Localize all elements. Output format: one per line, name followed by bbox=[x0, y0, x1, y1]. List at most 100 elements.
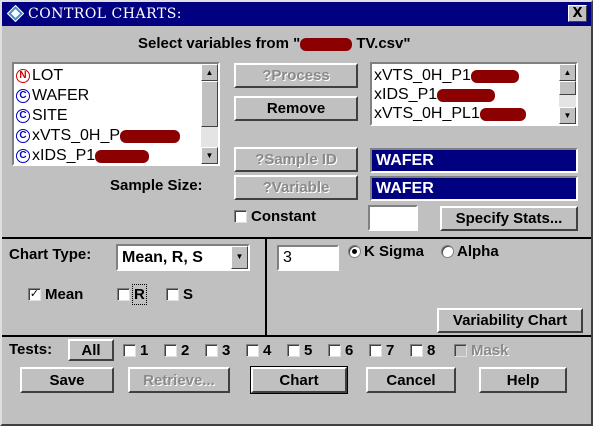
sample-id-button[interactable]: ?Sample ID bbox=[234, 147, 358, 172]
app-diamond-icon bbox=[7, 5, 24, 22]
k-sigma-radio-dot[interactable] bbox=[348, 245, 361, 258]
test-label: 2 bbox=[181, 342, 190, 359]
sigma-input[interactable]: 3 bbox=[277, 245, 339, 271]
variable-list-scrollbar[interactable]: ▲ ▼ bbox=[201, 64, 218, 164]
mask-checkbox-box[interactable] bbox=[454, 344, 467, 357]
process-list-scrollbar[interactable]: ▲ ▼ bbox=[559, 64, 576, 124]
specify-stats-button[interactable]: Specify Stats... bbox=[440, 206, 578, 231]
close-button[interactable]: X bbox=[568, 5, 587, 22]
test-checkbox-box[interactable] bbox=[410, 344, 423, 357]
save-button[interactable]: Save bbox=[20, 367, 114, 393]
help-button[interactable]: Help bbox=[479, 367, 567, 393]
variability-chart-button[interactable]: Variability Chart bbox=[437, 308, 583, 333]
list-item[interactable]: xVTS_0H_PL1 bbox=[374, 104, 526, 124]
character-type-icon: C bbox=[16, 109, 30, 123]
s-checkbox-box[interactable] bbox=[166, 288, 179, 301]
title-bar[interactable]: CONTROL CHARTS: X bbox=[2, 2, 591, 26]
test-checkbox-box[interactable] bbox=[328, 344, 341, 357]
scroll-up-arrow-icon[interactable]: ▲ bbox=[559, 64, 576, 81]
test-checkbox-box[interactable] bbox=[123, 344, 136, 357]
test-7-checkbox[interactable]: 7 bbox=[369, 342, 394, 359]
alpha-radio-dot[interactable] bbox=[441, 245, 454, 258]
scroll-up-arrow-icon[interactable]: ▲ bbox=[201, 64, 218, 81]
character-type-icon: C bbox=[16, 129, 30, 143]
redacted-text bbox=[120, 129, 181, 143]
redacted-text bbox=[479, 107, 526, 121]
constant-checkbox[interactable]: Constant bbox=[234, 208, 316, 225]
process-listbox[interactable]: xVTS_0H_P1 xIDS_P1 xVTS_0H_PL1 ▲ ▼ bbox=[370, 62, 578, 126]
variable-button[interactable]: ?Variable bbox=[234, 175, 358, 200]
r-label: R bbox=[132, 284, 147, 305]
section-divider-vertical bbox=[265, 239, 267, 335]
variable-listbox[interactable]: N LOT C WAFER C SITE C xVTS_0H_P C xIDS_… bbox=[12, 62, 220, 166]
list-item[interactable]: C xIDS_P1 bbox=[16, 146, 150, 164]
sample-id-field[interactable]: WAFER bbox=[370, 148, 578, 173]
control-charts-dialog: CONTROL CHARTS: X Select variables from … bbox=[0, 0, 593, 426]
list-item[interactable]: xIDS_P1 bbox=[374, 85, 496, 105]
list-item[interactable]: N LOT bbox=[16, 66, 63, 86]
test-label: 6 bbox=[345, 342, 354, 359]
test-4-checkbox[interactable]: 4 bbox=[246, 342, 271, 359]
test-checkbox-box[interactable] bbox=[164, 344, 177, 357]
retrieve-button[interactable]: Retrieve... bbox=[128, 367, 230, 393]
test-checkbox-box[interactable] bbox=[369, 344, 382, 357]
constant-checkbox-box[interactable] bbox=[234, 210, 247, 223]
tests-label: Tests: bbox=[9, 341, 53, 358]
list-item-label: xVTS_0H_P1 bbox=[374, 67, 471, 84]
list-item-label: xVTS_0H_P bbox=[32, 127, 121, 144]
mean-checkbox-box[interactable]: ✓ bbox=[28, 288, 41, 301]
r-checkbox-box[interactable] bbox=[117, 288, 130, 301]
redacted-text bbox=[470, 69, 519, 83]
list-item-label: SITE bbox=[32, 107, 68, 124]
mean-checkbox[interactable]: ✓ Mean bbox=[28, 286, 83, 303]
list-item[interactable]: C SITE bbox=[16, 106, 68, 126]
scroll-down-arrow-icon[interactable]: ▼ bbox=[201, 147, 218, 164]
test-3-checkbox[interactable]: 3 bbox=[205, 342, 230, 359]
test-6-checkbox[interactable]: 6 bbox=[328, 342, 353, 359]
heading-suffix: TV.csv" bbox=[352, 35, 411, 52]
redacted-filename bbox=[300, 37, 353, 51]
chart-button[interactable]: Chart bbox=[250, 366, 348, 394]
mask-checkbox[interactable]: Mask bbox=[454, 342, 509, 359]
redacted-text bbox=[95, 149, 150, 163]
chevron-down-icon[interactable]: ▼ bbox=[231, 246, 248, 269]
section-divider bbox=[2, 237, 591, 239]
s-checkbox[interactable]: S bbox=[166, 286, 193, 303]
test-1-checkbox[interactable]: 1 bbox=[123, 342, 148, 359]
list-item[interactable]: xVTS_0H_P1 bbox=[374, 66, 519, 86]
process-button[interactable]: ?Process bbox=[234, 63, 358, 88]
alpha-radio[interactable]: Alpha bbox=[441, 243, 499, 260]
test-5-checkbox[interactable]: 5 bbox=[287, 342, 312, 359]
test-checkbox-box[interactable] bbox=[246, 344, 259, 357]
test-8-checkbox[interactable]: 8 bbox=[410, 342, 435, 359]
chart-type-label: Chart Type: bbox=[9, 246, 92, 263]
list-item-label: xVTS_0H_PL1 bbox=[374, 105, 480, 122]
mean-label: Mean bbox=[45, 286, 84, 303]
test-label: 1 bbox=[140, 342, 149, 359]
chart-type-select[interactable]: Mean, R, S ▼ bbox=[116, 244, 250, 271]
s-label: S bbox=[183, 286, 194, 303]
list-item[interactable]: C WAFER bbox=[16, 86, 89, 106]
scroll-down-arrow-icon[interactable]: ▼ bbox=[559, 107, 576, 124]
test-label: 3 bbox=[222, 342, 231, 359]
r-checkbox[interactable]: R bbox=[117, 284, 147, 305]
test-label: 4 bbox=[263, 342, 272, 359]
section-divider bbox=[2, 335, 591, 337]
window-title: CONTROL CHARTS: bbox=[28, 6, 183, 22]
tests-all-button[interactable]: All bbox=[68, 339, 114, 361]
list-item[interactable]: C xVTS_0H_P bbox=[16, 126, 181, 146]
redacted-text bbox=[437, 88, 496, 102]
numeric-type-icon: N bbox=[16, 69, 30, 83]
test-label: 5 bbox=[304, 342, 313, 359]
cancel-button[interactable]: Cancel bbox=[366, 367, 456, 393]
remove-button[interactable]: Remove bbox=[234, 96, 358, 121]
list-item-label: LOT bbox=[32, 67, 64, 84]
scroll-thumb[interactable] bbox=[201, 81, 218, 127]
k-sigma-radio[interactable]: K Sigma bbox=[348, 243, 424, 260]
scroll-thumb[interactable] bbox=[559, 81, 576, 95]
test-checkbox-box[interactable] bbox=[287, 344, 300, 357]
test-checkbox-box[interactable] bbox=[205, 344, 218, 357]
sample-size-field[interactable]: WAFER bbox=[370, 176, 578, 201]
test-2-checkbox[interactable]: 2 bbox=[164, 342, 189, 359]
constant-input[interactable] bbox=[368, 205, 418, 231]
